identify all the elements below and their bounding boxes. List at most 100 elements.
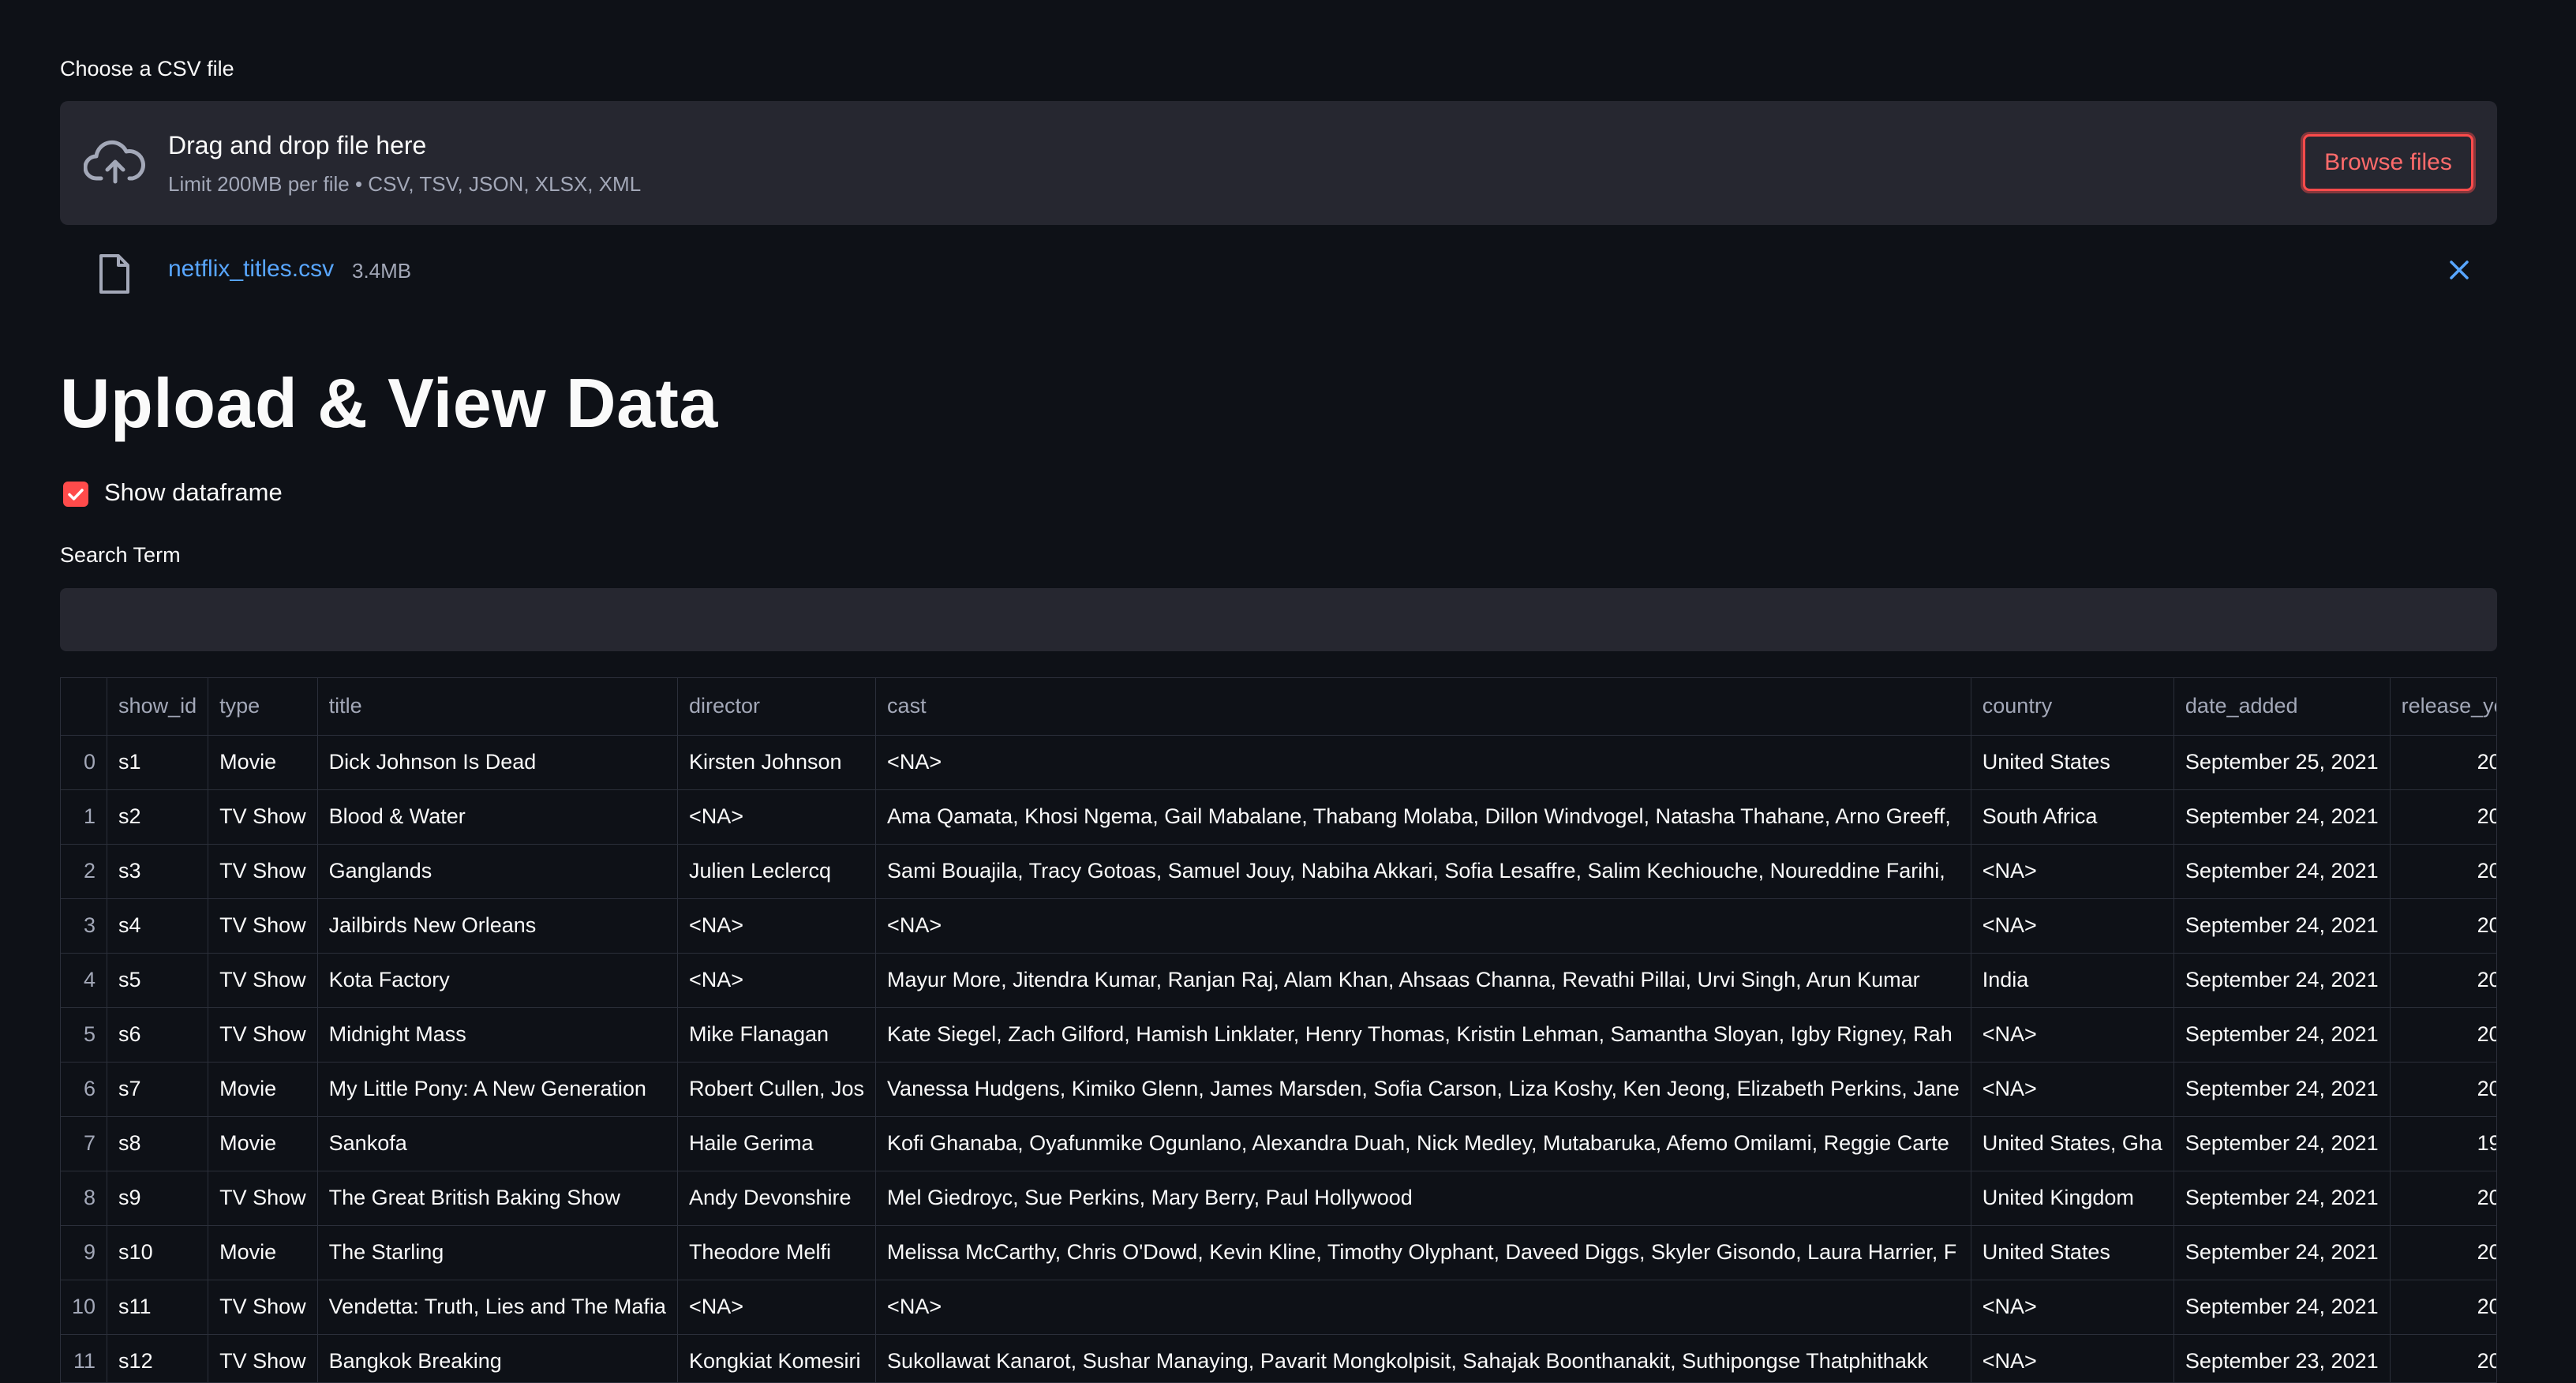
table-cell[interactable]: <NA> [1971,1007,2174,1063]
table-row[interactable]: 4 s5 TV Show Kota Factory <NA> Mayur More, Ji… [61,953,2496,1008]
table-cell[interactable]: <NA> [875,898,1971,954]
table-cell[interactable]: <NA> [1971,1280,2174,1335]
table-cell[interactable]: TV Show [208,844,318,899]
column-header-index[interactable] [61,678,108,736]
browse-files-button[interactable]: Browse files [2303,134,2473,191]
table-cell[interactable]: September 24, 2021 [2174,898,2391,954]
table-cell[interactable]: s5 [107,953,209,1008]
table-cell[interactable]: Haile Gerima [677,1116,877,1171]
table-cell[interactable]: United States, Gha [1971,1116,2174,1171]
table-cell[interactable]: South Africa [1971,789,2174,845]
column-header-director[interactable]: director [677,678,877,736]
column-header-show-id[interactable]: show_id [107,678,209,736]
table-cell[interactable]: 2021 [2390,1280,2496,1335]
table-cell[interactable]: Julien Leclercq [677,844,877,899]
table-cell[interactable]: United States [1971,1225,2174,1280]
table-cell[interactable]: 2021 [2390,898,2496,954]
row-index-cell[interactable]: 4 [61,953,108,1008]
show-dataframe-checkbox[interactable] [63,482,88,507]
table-cell[interactable]: Andy Devonshire [677,1171,877,1226]
table-cell[interactable]: September 24, 2021 [2174,1280,2391,1335]
row-index-cell[interactable]: 6 [61,1062,108,1117]
table-cell[interactable]: September 25, 2021 [2174,735,2391,790]
table-cell[interactable]: Robert Cullen, Jos [677,1062,877,1117]
table-cell[interactable]: 2021 [2390,1007,2496,1063]
table-cell[interactable]: September 24, 2021 [2174,1225,2391,1280]
table-cell[interactable]: TV Show [208,1007,318,1063]
row-index-cell[interactable]: 10 [61,1280,108,1335]
table-cell[interactable]: TV Show [208,953,318,1008]
table-cell[interactable]: The Starling [317,1225,678,1280]
column-header-release-year[interactable]: release_year [2390,678,2496,736]
table-cell[interactable]: s9 [107,1171,209,1226]
table-cell[interactable]: s10 [107,1225,209,1280]
table-row[interactable]: 1 s2 TV Show Blood & Water <NA> Ama Qamata, K… [61,789,2496,845]
table-cell[interactable]: s8 [107,1116,209,1171]
table-cell[interactable]: Mike Flanagan [677,1007,877,1063]
table-cell[interactable]: My Little Pony: A New Generation [317,1062,678,1117]
table-cell[interactable]: TV Show [208,1280,318,1335]
table-cell[interactable]: Movie [208,735,318,790]
table-cell[interactable]: s6 [107,1007,209,1063]
table-cell[interactable]: Movie [208,1225,318,1280]
table-cell[interactable]: Kofi Ghanaba, Oyafunmike Ogunlano, Alexa… [875,1116,1971,1171]
column-header-country[interactable]: country [1971,678,2174,736]
table-cell[interactable]: United States [1971,735,2174,790]
table-cell[interactable]: September 23, 2021 [2174,1334,2391,1382]
table-cell[interactable]: Kota Factory [317,953,678,1008]
table-cell[interactable]: <NA> [1971,898,2174,954]
table-cell[interactable]: Kongkiat Komesiri [677,1334,877,1382]
table-row[interactable]: 8 s9 TV Show The Great British Baking Show A… [61,1171,2496,1226]
table-cell[interactable]: s7 [107,1062,209,1117]
table-cell[interactable]: 2021 [2390,953,2496,1008]
table-cell[interactable]: <NA> [677,953,877,1008]
column-header-cast[interactable]: cast [875,678,1971,736]
column-header-date-added[interactable]: date_added [2174,678,2391,736]
table-cell[interactable]: September 24, 2021 [2174,789,2391,845]
table-cell[interactable]: Mel Giedroyc, Sue Perkins, Mary Berry, P… [875,1171,1971,1226]
table-row[interactable]: 7 s8 Movie Sankofa Haile Gerima Kofi Ghanaba,… [61,1116,2496,1171]
table-cell[interactable]: s3 [107,844,209,899]
table-cell[interactable]: Ganglands [317,844,678,899]
table-cell[interactable]: India [1971,953,2174,1008]
table-cell[interactable]: The Great British Baking Show [317,1171,678,1226]
column-header-title[interactable]: title [317,678,678,736]
dataframe-table[interactable]: show_id type title director cast country date_… [60,677,2497,1383]
row-index-cell[interactable]: 2 [61,844,108,899]
row-index-cell[interactable]: 0 [61,735,108,790]
table-cell[interactable]: September 24, 2021 [2174,953,2391,1008]
table-cell[interactable]: 2021 [2390,1334,2496,1382]
table-row[interactable]: 2 s3 TV Show Ganglands Julien Leclercq Sami B… [61,844,2496,899]
table-cell[interactable]: Midnight Mass [317,1007,678,1063]
table-cell[interactable]: Ama Qamata, Khosi Ngema, Gail Mabalane, … [875,789,1971,845]
table-row[interactable]: 6 s7 Movie My Little Pony: A New Generation… [61,1062,2496,1117]
search-input[interactable] [60,588,2497,651]
table-cell[interactable]: TV Show [208,1171,318,1226]
table-cell[interactable]: s12 [107,1334,209,1382]
table-cell[interactable]: Kirsten Johnson [677,735,877,790]
table-cell[interactable]: <NA> [677,1280,877,1335]
row-index-cell[interactable]: 11 [61,1334,108,1382]
table-cell[interactable]: Theodore Melfi [677,1225,877,1280]
table-cell[interactable]: 2020 [2390,735,2496,790]
table-cell[interactable]: Melissa McCarthy, Chris O'Dowd, Kevin Kl… [875,1225,1971,1280]
column-header-type[interactable]: type [208,678,318,736]
table-row[interactable]: 3 s4 TV Show Jailbirds New Orleans <NA> <NA> <… [61,898,2496,954]
table-cell[interactable]: 2021 [2390,1171,2496,1226]
row-index-cell[interactable]: 8 [61,1171,108,1226]
row-index-cell[interactable]: 3 [61,898,108,954]
table-cell[interactable]: 2021 [2390,844,2496,899]
table-cell[interactable]: <NA> [1971,844,2174,899]
table-row[interactable]: 11 s12 TV Show Bangkok Breaking Kongkiat Kom… [61,1334,2496,1382]
table-cell[interactable]: Movie [208,1062,318,1117]
file-dropzone[interactable]: Drag and drop file here Limit 200MB per … [60,101,2497,225]
table-cell[interactable]: TV Show [208,898,318,954]
table-cell[interactable]: Sankofa [317,1116,678,1171]
table-cell[interactable]: <NA> [875,1280,1971,1335]
table-cell[interactable]: 2021 [2390,789,2496,845]
table-cell[interactable]: Movie [208,1116,318,1171]
table-cell[interactable]: Kate Siegel, Zach Gilford, Hamish Linkla… [875,1007,1971,1063]
close-icon[interactable] [2445,256,2473,284]
table-cell[interactable]: September 24, 2021 [2174,1171,2391,1226]
row-index-cell[interactable]: 1 [61,789,108,845]
